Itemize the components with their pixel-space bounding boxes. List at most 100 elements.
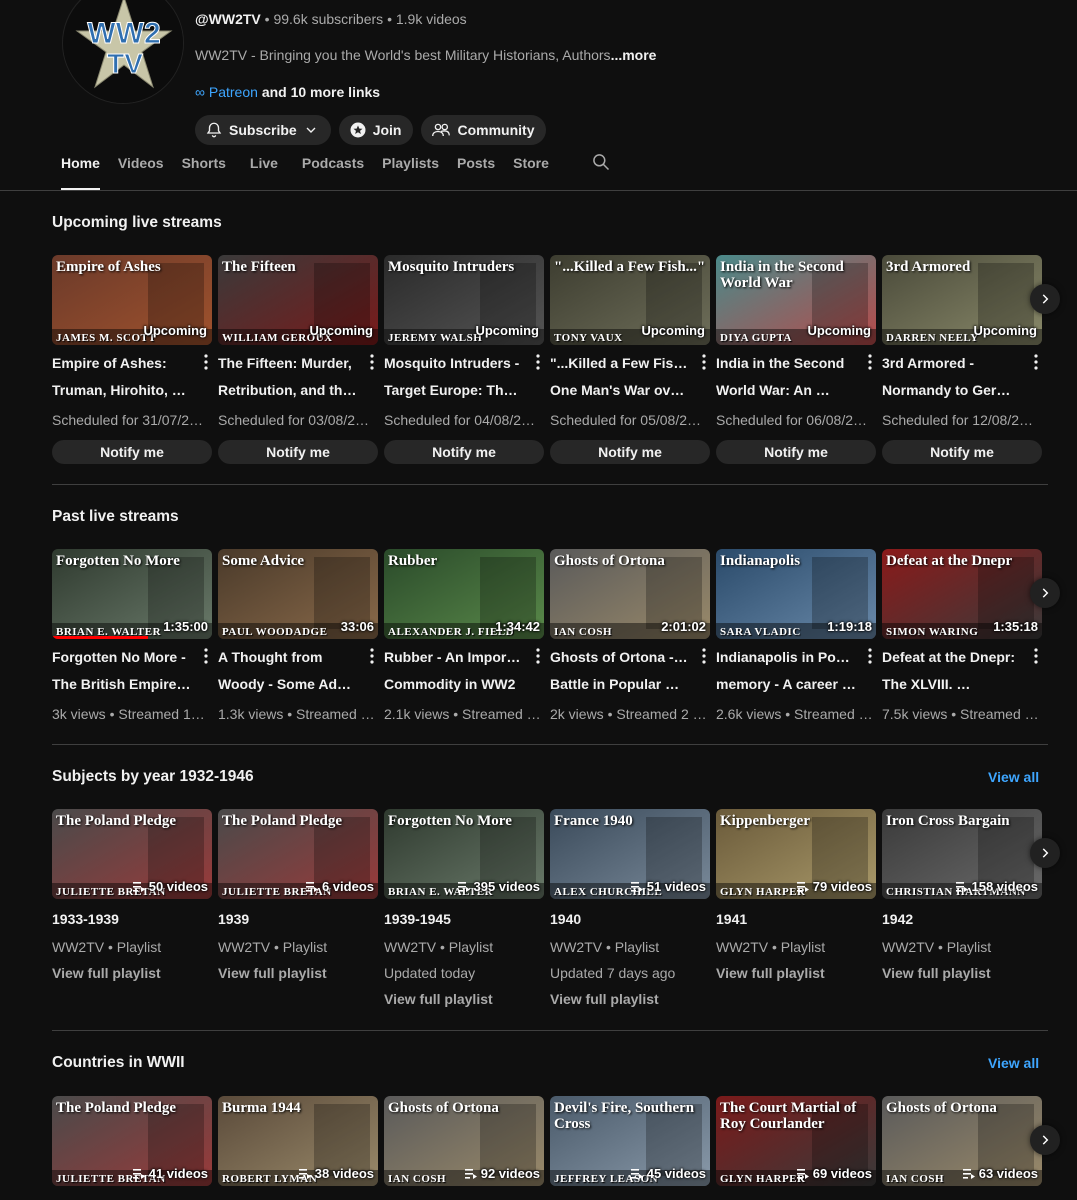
tab-live[interactable]: Live <box>250 154 278 190</box>
playlist-card[interactable]: The Poland Pledge JULIETTE BRETAN 50 video… <box>52 809 212 1009</box>
channel-description[interactable]: WW2TV - Bringing you the World's best Mi… <box>195 47 656 63</box>
playlist-card[interactable]: Iron Cross Bargain CHRISTIAN HARTMANN 158 … <box>882 809 1042 1009</box>
thumbnail[interactable]: Empire of Ashes JAMES M. SCOTT Upcoming <box>52 255 212 345</box>
upcoming-stream-card[interactable]: The Fifteen WILLIAM GEROUX Upcoming The Fif… <box>218 255 378 465</box>
thumbnail[interactable]: France 1940 ALEX CHURCHILL 51 videos <box>550 809 710 899</box>
view-full-playlist-link[interactable]: View full playlist <box>882 965 991 981</box>
video-title[interactable]: The Fifteen: Murder, Retribution, and the… <box>218 350 358 404</box>
more-actions-button[interactable] <box>702 648 706 664</box>
upcoming-stream-card[interactable]: 3rd Armored DARREN NEELY Upcoming 3rd Armor… <box>882 255 1042 465</box>
thumbnail[interactable]: The Fifteen WILLIAM GEROUX Upcoming <box>218 255 378 345</box>
playlist-card[interactable]: France 1940 ALEX CHURCHILL 51 videos 1940 WW… <box>550 809 710 1009</box>
more-actions-button[interactable] <box>702 354 706 370</box>
tab-podcasts[interactable]: Podcasts <box>302 154 364 190</box>
more-actions-button[interactable] <box>1034 354 1038 370</box>
playlist-title[interactable]: 1942 <box>882 911 913 927</box>
video-title[interactable]: Rubber - An Important Commodity in WW2 <box>384 644 524 698</box>
patreon-link[interactable]: ∞ Patreon <box>195 84 258 100</box>
community-button[interactable]: Community <box>421 115 547 145</box>
video-title[interactable]: Empire of Ashes: Truman, Hirohito, and… <box>52 350 192 404</box>
tab-shorts[interactable]: Shorts <box>182 154 226 190</box>
more-actions-button[interactable] <box>204 354 208 370</box>
upcoming-stream-card[interactable]: Mosquito Intruders JEREMY WALSH Upcoming Mo… <box>384 255 544 465</box>
tab-playlists[interactable]: Playlists <box>382 154 439 190</box>
playlist-title[interactable]: 1940 <box>550 911 581 927</box>
thumbnail[interactable]: The Poland Pledge JULIETTE BRETAN 6 videos <box>218 809 378 899</box>
playlist-card[interactable]: Ghosts of Ortona IAN COSH 63 videos <box>882 1096 1042 1186</box>
more-actions-button[interactable] <box>370 354 374 370</box>
shelf-next-button[interactable] <box>1030 284 1060 314</box>
shelf-next-button[interactable] <box>1030 838 1060 868</box>
playlist-card[interactable]: The Court Martial of Roy Courlander GLYN … <box>716 1096 876 1186</box>
join-button[interactable]: Join <box>338 115 414 145</box>
view-full-playlist-link[interactable]: View full playlist <box>384 991 493 1007</box>
thumbnail[interactable]: Devil's Fire, Southern Cross JEFFREY LEAS… <box>550 1096 710 1186</box>
view-all-countries[interactable]: View all <box>988 1055 1065 1071</box>
video-title[interactable]: India in the Second World War: An … <box>716 350 856 404</box>
shelf-next-button[interactable] <box>1030 1125 1060 1155</box>
playlist-card[interactable]: Burma 1944 ROBERT LYMAN 38 videos <box>218 1096 378 1186</box>
thumbnail[interactable]: The Poland Pledge JULIETTE BRETAN 50 video… <box>52 809 212 899</box>
upcoming-stream-card[interactable]: "...Killed a Few Fish..." TONY VAUX Upcomi… <box>550 255 710 465</box>
thumbnail[interactable]: The Court Martial of Roy Courlander GLYN … <box>716 1096 876 1186</box>
more-actions-button[interactable] <box>370 648 374 664</box>
video-title[interactable]: Mosquito Intruders - Target Europe: The … <box>384 350 524 404</box>
thumbnail[interactable]: Ghosts of Ortona IAN COSH 92 videos <box>384 1096 544 1186</box>
thumbnail[interactable]: "...Killed a Few Fish..." TONY VAUX Upcomi… <box>550 255 710 345</box>
view-full-playlist-link[interactable]: View full playlist <box>52 965 161 981</box>
thumbnail[interactable]: Defeat at the Dnepr SIMON WARING 1:35:18 <box>882 549 1042 639</box>
past-stream-card[interactable]: Some Advice PAUL WOODADGE 33:06 A Thought f… <box>218 549 378 729</box>
more-actions-button[interactable] <box>868 354 872 370</box>
past-stream-card[interactable]: Indianapolis SARA VLADIC 1:19:18 Indianapol… <box>716 549 876 729</box>
past-stream-card[interactable]: Forgotten No More BRIAN E. WALTER 1:35:00 F… <box>52 549 212 729</box>
more-actions-button[interactable] <box>1034 648 1038 664</box>
notify-me-button[interactable]: Notify me <box>52 440 212 464</box>
more-links-button[interactable]: and 10 more links <box>262 84 380 100</box>
more-actions-button[interactable] <box>868 648 872 664</box>
playlist-title[interactable]: 1933-1939 <box>52 911 119 927</box>
playlist-card[interactable]: Kippenberger GLYN HARPER 79 videos 1941 WW2T… <box>716 809 876 1009</box>
notify-me-button[interactable]: Notify me <box>882 440 1042 464</box>
thumbnail[interactable]: India in the Second World War DIYA GUPTA U… <box>716 255 876 345</box>
playlist-card[interactable]: Ghosts of Ortona IAN COSH 92 videos <box>384 1096 544 1186</box>
thumbnail[interactable]: Forgotten No More BRIAN E. WALTER 395 vide… <box>384 809 544 899</box>
notify-me-button[interactable]: Notify me <box>218 440 378 464</box>
video-title[interactable]: "...Killed a Few Fish..." One Man's War o… <box>550 350 690 404</box>
video-title[interactable]: Forgotten No More - The British Empire's … <box>52 644 192 698</box>
thumbnail[interactable]: Ghosts of Ortona IAN COSH 63 videos <box>882 1096 1042 1186</box>
upcoming-stream-card[interactable]: India in the Second World War DIYA GUPTA U… <box>716 255 876 465</box>
view-full-playlist-link[interactable]: View full playlist <box>716 965 825 981</box>
video-title[interactable]: A Thought from Woody - Some Advic… <box>218 644 358 698</box>
thumbnail[interactable]: Iron Cross Bargain CHRISTIAN HARTMANN 158 … <box>882 809 1042 899</box>
video-title[interactable]: 3rd Armored - Normandy to German… <box>882 350 1022 404</box>
thumbnail[interactable]: Some Advice PAUL WOODADGE 33:06 <box>218 549 378 639</box>
playlist-card[interactable]: Devil's Fire, Southern Cross JEFFREY LEAS… <box>550 1096 710 1186</box>
upcoming-stream-card[interactable]: Empire of Ashes JAMES M. SCOTT Upcoming Emp… <box>52 255 212 465</box>
more-actions-button[interactable] <box>536 648 540 664</box>
thumbnail[interactable]: Forgotten No More BRIAN E. WALTER 1:35:00 <box>52 549 212 639</box>
past-stream-card[interactable]: Defeat at the Dnepr SIMON WARING 1:35:18 De… <box>882 549 1042 729</box>
search-icon[interactable] <box>591 152 611 172</box>
channel-avatar[interactable]: WW2 TV <box>62 0 184 104</box>
view-all-subjects[interactable]: View all <box>988 769 1065 785</box>
view-full-playlist-link[interactable]: View full playlist <box>550 991 659 1007</box>
more-button[interactable]: ...more <box>611 47 657 63</box>
notify-me-button[interactable]: Notify me <box>550 440 710 464</box>
playlist-card[interactable]: Forgotten No More BRIAN E. WALTER 395 vide… <box>384 809 544 1009</box>
thumbnail[interactable]: Kippenberger GLYN HARPER 79 videos <box>716 809 876 899</box>
video-title[interactable]: Ghosts of Ortona - The Battle in Popular … <box>550 644 690 698</box>
subscribe-button[interactable]: Subscribe <box>195 115 331 145</box>
playlist-card[interactable]: The Poland Pledge JULIETTE BRETAN 41 video… <box>52 1096 212 1186</box>
thumbnail[interactable]: 3rd Armored DARREN NEELY Upcoming <box>882 255 1042 345</box>
past-stream-card[interactable]: Ghosts of Ortona IAN COSH 2:01:02 Ghosts of… <box>550 549 710 729</box>
video-title[interactable]: Defeat at the Dnepr: The XLVIII. … <box>882 644 1022 698</box>
more-actions-button[interactable] <box>536 354 540 370</box>
view-full-playlist-link[interactable]: View full playlist <box>218 965 327 981</box>
playlist-card[interactable]: The Poland Pledge JULIETTE BRETAN 6 videos… <box>218 809 378 1009</box>
tab-posts[interactable]: Posts <box>457 154 495 190</box>
tab-home[interactable]: Home <box>61 154 100 190</box>
thumbnail[interactable]: The Poland Pledge JULIETTE BRETAN 41 video… <box>52 1096 212 1186</box>
video-title[interactable]: Indianapolis in Popular memory - A career… <box>716 644 856 698</box>
thumbnail[interactable]: Mosquito Intruders JEREMY WALSH Upcoming <box>384 255 544 345</box>
tab-store[interactable]: Store <box>513 154 549 190</box>
